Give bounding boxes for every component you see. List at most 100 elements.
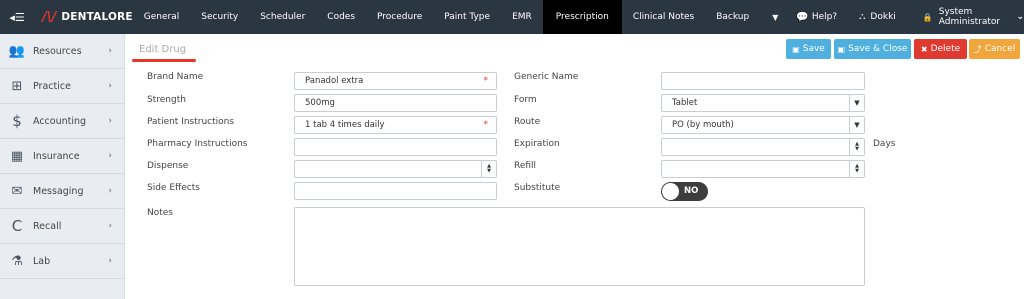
close-icon: ✖: [920, 44, 928, 54]
envelope-icon: ✉: [11, 183, 23, 199]
sidebar-item-insurance[interactable]: ▦ Insurance ›: [0, 139, 124, 174]
menu-toggle-icon[interactable]: ◂☰: [0, 0, 34, 34]
sidebar-item-label: Messaging: [33, 185, 84, 197]
side-effects-label: Side Effects: [147, 183, 200, 193]
chat-help-icon: 💬: [796, 11, 809, 23]
nav-backup[interactable]: Backup: [705, 0, 760, 34]
logo-text: DENTALORE: [61, 11, 133, 23]
save-close-button[interactable]: ▣ Save & Close: [834, 39, 911, 59]
brand-name-value: Panadol extra: [305, 76, 364, 86]
stepper-arrows-icon[interactable]: ▲ ▼: [849, 139, 864, 155]
top-navbar: ◂☰ /\/ DENTALORE General Security Schedu…: [0, 0, 1024, 34]
notes-label: Notes: [147, 208, 173, 218]
required-asterisk-icon: *: [483, 120, 489, 130]
sidebar-item-accounting[interactable]: $ Accounting ›: [0, 104, 124, 139]
sidebar-item-label: Insurance: [33, 150, 80, 162]
more-nav-caret-icon[interactable]: ▼: [760, 0, 788, 34]
logo[interactable]: /\/ DENTALORE: [34, 0, 133, 34]
sidebar-item-label: Recall: [33, 220, 62, 232]
route-select[interactable]: PO (by mouth) ▼: [661, 116, 865, 134]
pharmacy-instructions-input[interactable]: [294, 138, 497, 156]
pharmacy-instructions-label: Pharmacy Instructions: [147, 139, 248, 149]
brand-name-label: Brand Name: [147, 72, 204, 82]
route-value: PO (by mouth): [672, 120, 734, 130]
cancel-label: Cancel: [984, 44, 1016, 54]
sidebar-item-label: Practice: [33, 80, 71, 92]
sidebar-item-messaging[interactable]: ✉ Messaging ›: [0, 174, 124, 209]
chevron-right-icon: ›: [108, 221, 112, 231]
sidebar-item-recall[interactable]: C Recall ›: [0, 209, 124, 244]
medkit-icon: ⊞: [11, 78, 23, 94]
user-label: Dokki: [870, 12, 896, 22]
dispense-stepper[interactable]: ▲ ▼: [294, 160, 497, 178]
nav-procedure[interactable]: Procedure: [366, 0, 433, 34]
user-menu[interactable]: ⛬ Dokki: [859, 12, 896, 22]
form-label: Form: [514, 95, 537, 105]
strength-label: Strength: [147, 95, 186, 105]
expiration-unit: Days: [873, 139, 896, 149]
stepper-arrows-icon[interactable]: ▲ ▼: [849, 161, 864, 177]
patient-instructions-value: 1 tab 4 times daily: [305, 120, 385, 130]
chevron-right-icon: ›: [108, 81, 112, 91]
help-link[interactable]: 💬 Help?: [796, 12, 837, 23]
users-icon: 👥: [8, 43, 26, 59]
route-label: Route: [514, 117, 541, 127]
nav-prescription[interactable]: Prescription: [542, 0, 622, 34]
substitute-toggle[interactable]: NO: [661, 182, 708, 201]
admin-menu[interactable]: 🔒 System Administrator ⌄: [923, 7, 1024, 27]
nav-scheduler[interactable]: Scheduler: [249, 0, 316, 34]
building-icon: ▦: [10, 148, 24, 164]
generic-name-label: Generic Name: [514, 72, 579, 82]
sidebar: 👥 Resources › ⊞ Practice › $ Accounting …: [0, 34, 125, 299]
form-select[interactable]: Tablet ▼: [661, 94, 865, 112]
form-value: Tablet: [672, 98, 698, 108]
recall-icon: C: [11, 217, 23, 235]
flask-icon: ⚗: [11, 253, 23, 269]
notes-textarea[interactable]: [294, 207, 865, 286]
sidebar-item-practice[interactable]: ⊞ Practice ›: [0, 69, 124, 104]
sitemap-icon: ⛬: [859, 12, 866, 22]
chevron-down-icon: ▼: [849, 117, 864, 133]
dispense-label: Dispense: [147, 161, 189, 171]
chevron-right-icon: ›: [108, 256, 112, 266]
admin-label: System Administrator: [938, 7, 1001, 27]
patient-instructions-input[interactable]: 1 tab 4 times daily *: [294, 116, 497, 134]
strength-input[interactable]: 500mg: [294, 94, 497, 112]
sidebar-item-label: Lab: [33, 255, 51, 267]
save-close-label: Save & Close: [848, 44, 908, 54]
floppy-icon: ▣: [792, 44, 800, 54]
nav-codes[interactable]: Codes: [316, 0, 366, 34]
floppy-icon: ▣: [837, 44, 846, 54]
generic-name-input[interactable]: [661, 72, 865, 90]
substitute-value: NO: [684, 186, 699, 196]
help-label: Help?: [811, 12, 838, 22]
refill-stepper[interactable]: ▲ ▼: [661, 160, 865, 178]
strength-value: 500mg: [305, 98, 335, 108]
sidebar-item-resources[interactable]: 👥 Resources ›: [0, 34, 124, 69]
expiration-label: Expiration: [514, 139, 560, 149]
sidebar-item-label: Accounting: [33, 115, 87, 127]
cancel-button[interactable]: ⤴ Cancel: [969, 39, 1020, 59]
lock-icon: 🔒: [922, 12, 933, 22]
chevron-right-icon: ›: [108, 151, 112, 161]
required-asterisk-icon: *: [483, 76, 489, 86]
nav-general[interactable]: General: [133, 0, 190, 34]
nav-emr[interactable]: EMR: [501, 0, 543, 34]
delete-button[interactable]: ✖ Delete: [914, 39, 967, 59]
chevron-right-icon: ›: [108, 46, 112, 56]
brand-name-input[interactable]: Panadol extra *: [294, 72, 497, 90]
dollar-icon: $: [12, 112, 22, 130]
chevron-right-icon: ›: [108, 116, 112, 126]
expiration-stepper[interactable]: ▲ ▼: [661, 138, 865, 156]
nav-clinical-notes[interactable]: Clinical Notes: [622, 0, 705, 34]
main-content: Edit Drug ▣ Save ▣ Save & Close ✖ Delete ⤴ C…: [126, 34, 1024, 299]
save-button[interactable]: ▣ Save: [786, 39, 831, 59]
title-underline: [132, 59, 196, 62]
side-effects-input[interactable]: [294, 182, 497, 200]
delete-label: Delete: [930, 44, 961, 54]
nav-security[interactable]: Security: [190, 0, 249, 34]
refill-label: Refill: [514, 161, 537, 171]
stepper-arrows-icon[interactable]: ▲ ▼: [481, 161, 496, 177]
sidebar-item-lab[interactable]: ⚗ Lab ›: [0, 244, 124, 279]
nav-paint-type[interactable]: Paint Type: [433, 0, 501, 34]
